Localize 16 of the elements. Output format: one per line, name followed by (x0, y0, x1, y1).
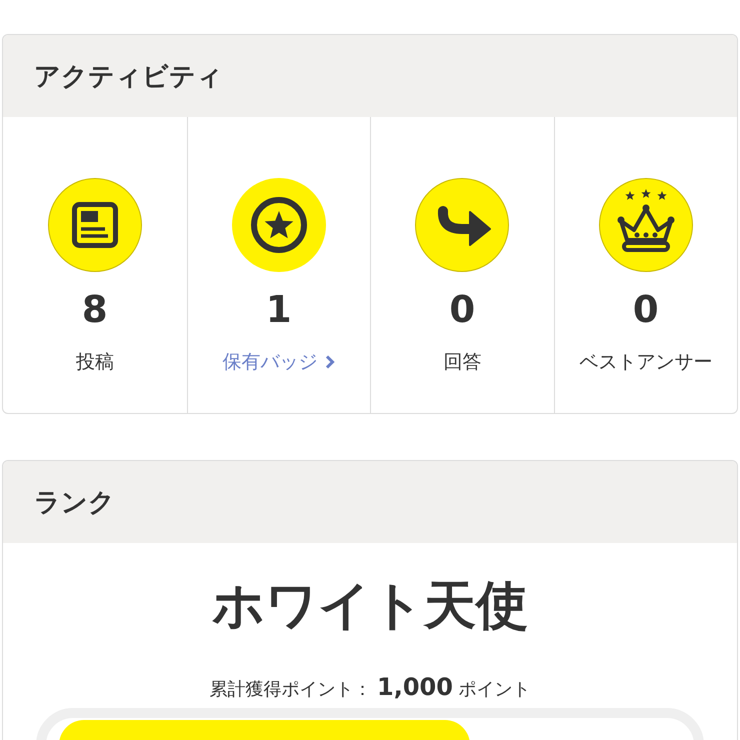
rank-name: ホワイト天使 (212, 575, 528, 638)
stat-label: 回答 (443, 350, 482, 375)
count-value: 0 (449, 289, 476, 331)
stat-label: 投稿 (76, 350, 114, 375)
crown-icon (598, 178, 693, 272)
star-badge-icon (232, 178, 326, 272)
count-value: 1 (266, 289, 292, 331)
document-icon (48, 178, 142, 272)
count-value: 0 (632, 289, 659, 331)
rank-title: ランク (34, 486, 115, 520)
activity-title: アクティビティ (34, 60, 223, 94)
badges-link[interactable]: 保有バッジ (222, 349, 336, 375)
chevron-icon (325, 355, 336, 369)
stat-label: ベストアンサー (579, 350, 712, 375)
points-text: 累計獲得ポイント： 1,000 ポイント (209, 673, 531, 703)
count-value: 8 (82, 289, 108, 331)
